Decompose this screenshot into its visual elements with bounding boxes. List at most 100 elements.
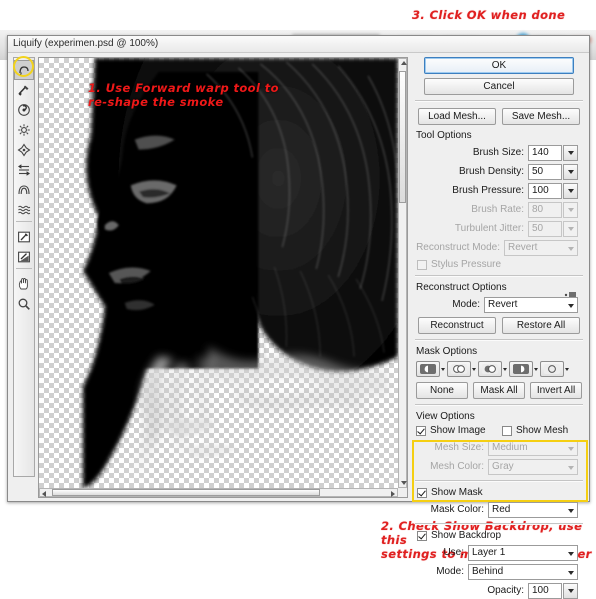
- options-panel: OK Cancel Load Mesh... Save Mesh... Tool…: [412, 57, 586, 599]
- reconstruct-mode-main-select[interactable]: Revert: [484, 296, 578, 313]
- mask-all-button[interactable]: Mask All: [473, 382, 525, 399]
- annotation-click-ok: 3. Click OK when done: [412, 8, 566, 22]
- forward-warp-tool[interactable]: [14, 60, 34, 80]
- invert-selection-mask-button[interactable]: [540, 361, 569, 377]
- brush-density-input[interactable]: 50: [528, 163, 562, 180]
- canvas-horizontal-scrollbar[interactable]: [39, 488, 398, 497]
- chevron-down-icon: [441, 367, 445, 371]
- panel-divider-4: [415, 404, 583, 406]
- show-backdrop-label: Show Backdrop: [431, 530, 502, 541]
- show-mask-checkbox[interactable]: Show Mask: [417, 487, 586, 498]
- scroll-up-icon[interactable]: [400, 61, 407, 65]
- replace-selection-mask-button[interactable]: [416, 361, 445, 377]
- pucker-tool[interactable]: [14, 120, 34, 140]
- save-mesh-button[interactable]: Save Mesh...: [502, 108, 580, 125]
- scroll-left-icon[interactable]: [42, 490, 46, 497]
- bloat-tool[interactable]: [14, 140, 34, 160]
- mesh-color-label: Mesh Color:: [430, 461, 484, 472]
- reconstruct-button[interactable]: Reconstruct: [418, 317, 496, 334]
- restore-all-button[interactable]: Restore All: [502, 317, 580, 334]
- ok-button[interactable]: OK: [424, 57, 574, 74]
- backdrop-opacity-input[interactable]: 100: [528, 582, 562, 599]
- reconstruct-tool[interactable]: [14, 80, 34, 100]
- scroll-down-icon[interactable]: [400, 481, 407, 485]
- dialog-action-buttons: OK Cancel: [412, 57, 586, 95]
- intersect-with-selection-mask-button[interactable]: [509, 361, 538, 377]
- subtract-from-selection-mask-icon: [478, 361, 502, 377]
- chevron-down-icon: [567, 169, 574, 174]
- chevron-down-icon: [568, 551, 574, 556]
- show-image-checkbox[interactable]: Show Image: [416, 425, 502, 436]
- intersect-with-selection-mask-icon: [509, 361, 533, 377]
- brush-size-dropdown-button[interactable]: [563, 144, 578, 161]
- brush-rate-input: 80: [528, 201, 562, 218]
- chevron-down-icon: [565, 367, 569, 371]
- hand-tool[interactable]: [14, 274, 34, 294]
- canvas-vertical-scrollbar[interactable]: [398, 58, 407, 488]
- brush-density-dropdown-button[interactable]: [563, 163, 578, 180]
- liquify-toolbar: [13, 57, 35, 477]
- backdrop-use-row: Use: Layer 1: [412, 544, 586, 561]
- show-image-box[interactable]: [416, 425, 426, 436]
- brush-pressure-row: Brush Pressure: 100: [412, 182, 578, 199]
- cancel-button[interactable]: Cancel: [424, 78, 574, 95]
- show-mesh-box[interactable]: [502, 425, 512, 436]
- backdrop-mode-label: Mode:: [436, 566, 464, 577]
- chevron-down-icon: [568, 570, 574, 575]
- subtract-from-selection-mask-button[interactable]: [478, 361, 507, 377]
- brush-pressure-label: Brush Pressure:: [452, 185, 524, 196]
- load-mesh-button[interactable]: Load Mesh...: [418, 108, 496, 125]
- reconstruct-mode-row: Reconstruct Mode: Revert: [412, 239, 578, 256]
- image-canvas[interactable]: 1. Use Forward warp tool to re-shape the…: [39, 58, 398, 488]
- horizontal-scrollbar-thumb[interactable]: [52, 489, 320, 496]
- annotation-forward-warp: 1. Use Forward warp tool to re-shape the…: [88, 81, 279, 109]
- mesh-color-select: Gray: [488, 458, 578, 475]
- toolbar-divider-2: [16, 268, 32, 273]
- mask-color-select[interactable]: Red: [488, 501, 578, 518]
- backdrop-use-select[interactable]: Layer 1: [468, 544, 578, 561]
- replace-selection-mask-icon: [416, 361, 440, 377]
- chevron-down-icon: [472, 367, 476, 371]
- backdrop-mode-select[interactable]: Behind: [468, 563, 578, 580]
- reconstruct-mode-main-row: Mode: Revert: [412, 296, 586, 313]
- thaw-mask-tool[interactable]: [14, 247, 34, 267]
- show-mask-label: Show Mask: [431, 487, 483, 498]
- zoom-tool[interactable]: [14, 294, 34, 314]
- backdrop-opacity-row: Opacity: 100: [412, 582, 586, 599]
- vertical-scrollbar-thumb[interactable]: [399, 71, 406, 203]
- freeze-mask-tool[interactable]: [14, 227, 34, 247]
- show-backdrop-checkbox[interactable]: Show Backdrop: [417, 530, 586, 541]
- chevron-down-icon: [567, 588, 574, 593]
- chevron-down-icon: [534, 367, 538, 371]
- brush-pressure-input[interactable]: 100: [528, 182, 562, 199]
- add-to-selection-mask-button[interactable]: [447, 361, 476, 377]
- reconstruct-mode-label: Reconstruct Mode:: [416, 242, 500, 253]
- show-mesh-checkbox[interactable]: Show Mesh: [502, 425, 568, 436]
- view-options-title: View Options: [416, 411, 475, 422]
- brush-size-row: Brush Size: 140: [412, 144, 578, 161]
- chevron-down-icon: [568, 303, 574, 308]
- mirror-tool[interactable]: [14, 180, 34, 200]
- twirl-clockwise-tool[interactable]: [14, 100, 34, 120]
- chevron-down-icon: [568, 508, 574, 513]
- show-backdrop-box[interactable]: [417, 530, 427, 541]
- turbulence-tool[interactable]: [14, 200, 34, 220]
- show-mask-box[interactable]: [417, 487, 427, 498]
- scroll-right-icon[interactable]: [391, 490, 395, 497]
- brush-size-input[interactable]: 140: [528, 144, 562, 161]
- brush-rate-row: Brush Rate: 80: [412, 201, 578, 218]
- chevron-down-icon: [568, 446, 574, 451]
- liquify-dialog: Liquify (experimen.psd @ 100%) 1. Use Fo…: [7, 35, 590, 599]
- mask-invert-all-button[interactable]: Invert All: [530, 382, 582, 399]
- push-left-tool[interactable]: [14, 160, 34, 180]
- image-canvas-area[interactable]: 1. Use Forward warp tool to re-shape the…: [38, 57, 408, 498]
- mesh-buttons: Load Mesh... Save Mesh...: [412, 108, 586, 125]
- mask-none-button[interactable]: None: [416, 382, 468, 399]
- chevron-down-icon: [567, 150, 574, 155]
- backdrop-opacity-dropdown-button[interactable]: [563, 582, 578, 599]
- chevron-down-icon: [503, 367, 507, 371]
- add-to-selection-mask-icon: [447, 361, 471, 377]
- dialog-title-bar: Liquify (experimen.psd @ 100%): [8, 36, 589, 53]
- brush-pressure-dropdown-button[interactable]: [563, 182, 578, 199]
- reconstruct-mode-main-label: Mode:: [452, 299, 480, 310]
